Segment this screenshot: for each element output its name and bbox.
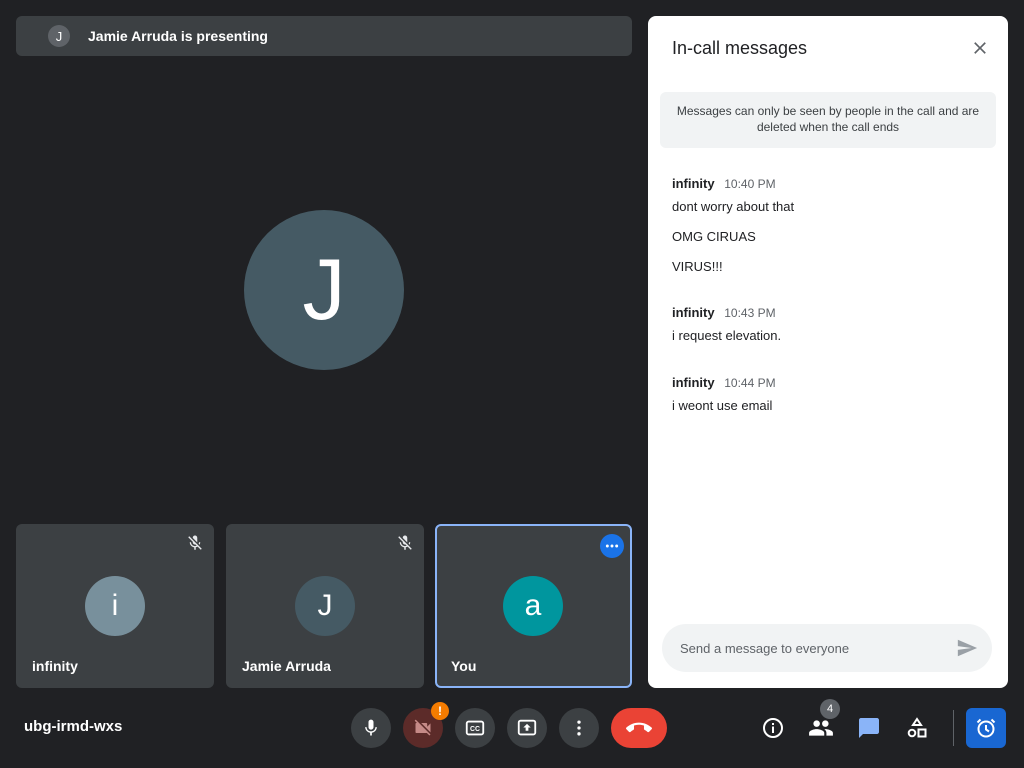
in-call-messages-panel: In-call messages Messages can only be se… — [648, 16, 1008, 688]
close-icon — [974, 42, 986, 54]
alarm-icon — [976, 718, 996, 738]
participant-name: Jamie Arruda — [242, 658, 331, 674]
camera-warning-badge: ! — [431, 702, 449, 720]
presenting-text: Jamie Arruda is presenting — [88, 28, 268, 44]
more-options-button[interactable] — [559, 708, 599, 748]
info-icon — [763, 718, 783, 738]
message-time: 10:44 PM — [724, 376, 776, 390]
message-group: infinity 10:44 PM i weont use email — [672, 375, 776, 413]
participant-tile-you[interactable]: a You — [435, 524, 632, 688]
chat-icon — [859, 718, 879, 738]
presenter-avatar: J — [48, 25, 70, 47]
camera-off-icon — [414, 719, 431, 736]
participants-count-badge: 4 — [820, 699, 840, 719]
leave-call-button[interactable] — [611, 708, 667, 748]
message-time: 10:43 PM — [724, 306, 776, 320]
tile-more-options-button[interactable] — [600, 534, 624, 558]
activities-button[interactable] — [901, 712, 933, 744]
captions-button[interactable]: CC — [455, 708, 495, 748]
more-horiz-icon — [605, 544, 619, 548]
message-group: infinity 10:43 PM i request elevation. — [672, 305, 781, 343]
timer-button[interactable] — [966, 708, 1006, 748]
microphone-button[interactable] — [351, 708, 391, 748]
participant-tile-infinity[interactable]: i infinity — [16, 524, 214, 688]
present-now-button[interactable] — [507, 708, 547, 748]
activities-icon — [907, 717, 927, 738]
message-text: VIRUS!!! — [672, 259, 723, 274]
message-input[interactable] — [678, 639, 952, 657]
main-speaker-avatar: J — [244, 210, 404, 370]
meeting-details-button[interactable] — [757, 712, 789, 744]
message-time: 10:40 PM — [724, 177, 776, 191]
message-sender: infinity — [672, 305, 715, 320]
toolbar-divider — [953, 710, 954, 746]
message-text: i request elevation. — [672, 328, 782, 343]
close-panel-button[interactable] — [966, 34, 994, 62]
presenting-banner: J Jamie Arruda is presenting — [16, 16, 632, 56]
message-compose-box — [662, 624, 992, 672]
mic-off-icon — [188, 535, 202, 550]
panel-title: In-call messages — [672, 38, 808, 58]
present-screen-icon — [517, 719, 537, 736]
captions-icon: CC — [465, 720, 485, 736]
more-vert-icon — [577, 720, 581, 736]
participant-name: You — [451, 658, 477, 674]
participant-avatar: J — [295, 576, 355, 636]
microphone-icon — [365, 719, 377, 736]
meeting-code: ubg-irmd-wxs — [24, 718, 123, 735]
privacy-notice: Messages can only be seen by people in t… — [660, 92, 996, 148]
message-group: infinity 10:40 PM dont worry about that … — [672, 176, 794, 274]
message-header: infinity 10:44 PM — [672, 375, 776, 390]
message-text: OMG CIRUAS — [672, 229, 756, 244]
message-header: infinity 10:40 PM — [672, 176, 794, 191]
camera-button[interactable]: ! — [403, 702, 449, 748]
mic-off-icon — [398, 535, 412, 550]
message-header: infinity 10:43 PM — [672, 305, 781, 320]
phone-hangup-icon — [626, 722, 652, 733]
message-text: i weont use email — [672, 398, 773, 413]
participant-name: infinity — [32, 658, 78, 674]
message-sender: infinity — [672, 375, 715, 390]
chat-button[interactable] — [853, 712, 885, 744]
participant-tile-jamie-arruda[interactable]: J Jamie Arruda — [226, 524, 424, 688]
participant-avatar: i — [85, 576, 145, 636]
svg-text:CC: CC — [470, 726, 480, 733]
send-icon[interactable] — [956, 637, 978, 659]
message-sender: infinity — [672, 176, 715, 191]
participant-avatar: a — [503, 576, 563, 636]
message-text: dont worry about that — [672, 199, 795, 214]
